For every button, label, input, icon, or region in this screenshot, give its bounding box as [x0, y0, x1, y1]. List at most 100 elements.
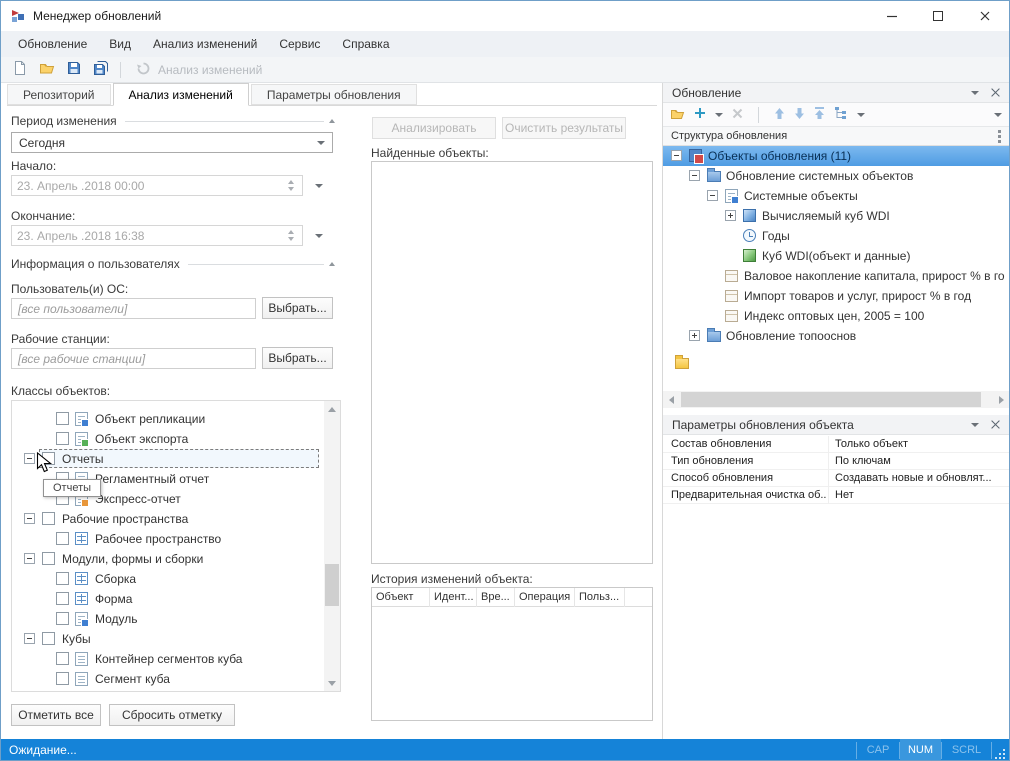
close-panel-icon[interactable]: [991, 88, 1000, 97]
move-down-icon[interactable]: [794, 107, 805, 123]
checkbox[interactable]: [56, 672, 69, 685]
property-row[interactable]: Предварительная очистка об... Нет: [663, 487, 1009, 504]
update-tree-item[interactable]: Валовое накопление капитала, прирост % в…: [663, 266, 1009, 286]
class-tree-item[interactable]: Контейнер сегментов куба: [12, 649, 323, 669]
add-dropdown-icon[interactable]: [715, 113, 723, 117]
stations-input[interactable]: [все рабочие станции]: [11, 348, 256, 369]
choose-os-users-button[interactable]: Выбрать...: [262, 297, 333, 319]
scroll-up-arrow-icon[interactable]: [324, 401, 340, 417]
class-tree-item-reports[interactable]: Отчеты: [12, 449, 323, 469]
tab-repository[interactable]: Репозиторий: [7, 84, 111, 105]
update-tree-item[interactable]: Импорт товаров и услуг, прирост % в год: [663, 286, 1009, 306]
update-tree-item[interactable]: Вычисляемый куб WDI: [663, 206, 1009, 226]
close-panel-icon[interactable]: [991, 420, 1000, 429]
property-value[interactable]: Создавать новые и обновлят...: [835, 470, 1005, 486]
checkbox[interactable]: [56, 652, 69, 665]
pin-icon[interactable]: [971, 91, 979, 95]
column-header-object[interactable]: Объект: [372, 588, 430, 607]
column-header-user[interactable]: Польз...: [575, 588, 625, 607]
update-tree-item[interactable]: Индекс оптовых цен, 2005 = 100: [663, 306, 1009, 326]
update-tree-item-selected[interactable]: Объекты обновления (11): [663, 146, 1009, 166]
update-tree-item[interactable]: Куб WDI(объект и данные): [663, 246, 1009, 266]
class-tree-item[interactable]: Рабочее пространство: [12, 529, 323, 549]
close-button[interactable]: [961, 1, 1009, 31]
tree-horizontal-scrollbar[interactable]: [663, 391, 1010, 408]
checkbox[interactable]: [42, 512, 55, 525]
scroll-down-arrow-icon[interactable]: [324, 675, 340, 691]
end-date-dropdown-button[interactable]: [307, 225, 331, 246]
checkbox[interactable]: [56, 572, 69, 585]
update-tree-item[interactable]: Обновление системных объектов: [663, 166, 1009, 186]
checkbox[interactable]: [56, 412, 69, 425]
pin-icon[interactable]: [971, 423, 979, 427]
minimize-button[interactable]: [869, 1, 915, 31]
start-date-dropdown-button[interactable]: [307, 175, 331, 196]
class-tree-item[interactable]: Объект репликации: [12, 409, 323, 429]
collapse-expander-icon[interactable]: [24, 513, 35, 524]
open-button[interactable]: [33, 59, 60, 81]
collapse-expander-icon[interactable]: [689, 170, 700, 181]
tree-options-icon[interactable]: [834, 106, 848, 123]
class-tree-item[interactable]: Сегмент куба: [12, 669, 323, 689]
menu-item-service[interactable]: Сервис: [268, 32, 331, 56]
maximize-button[interactable]: [915, 1, 961, 31]
class-tree-vertical-scrollbar[interactable]: [324, 401, 340, 691]
update-tree-item[interactable]: Годы: [663, 226, 1009, 246]
menu-item-view[interactable]: Вид: [98, 32, 142, 56]
checkbox[interactable]: [56, 432, 69, 445]
scrollbar-thumb[interactable]: [681, 392, 981, 407]
property-row[interactable]: Способ обновления Создавать новые и обно…: [663, 470, 1009, 487]
property-row[interactable]: Состав обновления Только объект: [663, 436, 1009, 453]
menu-item-help[interactable]: Справка: [331, 32, 400, 56]
new-document-button[interactable]: [6, 59, 33, 81]
menu-item-change-analysis[interactable]: Анализ изменений: [142, 32, 268, 56]
class-tree-item[interactable]: Модуль: [12, 609, 323, 629]
class-tree-item[interactable]: Форма: [12, 589, 323, 609]
class-tree-item[interactable]: Модули, формы и сборки: [12, 549, 323, 569]
chevron-up-icon[interactable]: [329, 119, 335, 123]
os-users-input[interactable]: [все пользователи]: [11, 298, 256, 319]
choose-stations-button[interactable]: Выбрать...: [262, 347, 333, 369]
end-datetime-input[interactable]: 23. Апрель .2018 16:38: [11, 225, 303, 246]
period-preset-combobox[interactable]: Сегодня: [11, 132, 333, 153]
class-tree-item[interactable]: Сборка: [12, 569, 323, 589]
checkbox[interactable]: [56, 592, 69, 605]
add-object-icon[interactable]: [694, 107, 706, 122]
update-tree-item[interactable]: Обновление топооснов: [663, 326, 1009, 346]
expand-expander-icon[interactable]: [689, 330, 700, 341]
toolbar-overflow-icon[interactable]: [994, 113, 1002, 117]
property-value[interactable]: По ключам: [835, 453, 1005, 469]
class-tree-item[interactable]: Объект экспорта: [12, 429, 323, 449]
scroll-right-arrow-icon[interactable]: [993, 391, 1010, 408]
collapse-expander-icon[interactable]: [671, 150, 682, 161]
expand-expander-icon[interactable]: [725, 210, 736, 221]
save-button[interactable]: [60, 59, 87, 81]
column-header-time[interactable]: Вре...: [477, 588, 515, 607]
property-row[interactable]: Тип обновления По ключам: [663, 453, 1009, 470]
spinner-icon[interactable]: [285, 230, 297, 241]
clear-selection-button[interactable]: Сбросить отметку: [109, 704, 235, 726]
tab-update-parameters[interactable]: Параметры обновления: [251, 84, 417, 105]
move-up-icon[interactable]: [774, 107, 785, 123]
menu-item-update[interactable]: Обновление: [7, 32, 98, 56]
collapse-expander-icon[interactable]: [24, 553, 35, 564]
resize-grip[interactable]: [995, 749, 1005, 759]
class-tree-item[interactable]: Рабочие пространства: [12, 509, 323, 529]
delete-object-icon[interactable]: [732, 108, 743, 122]
spinner-icon[interactable]: [285, 180, 297, 191]
column-settings-icon[interactable]: [998, 135, 1001, 138]
found-objects-list[interactable]: [371, 161, 653, 564]
class-tree-item[interactable]: Кубы: [12, 629, 323, 649]
save-all-button[interactable]: [87, 59, 114, 81]
checkbox[interactable]: [42, 632, 55, 645]
move-top-icon[interactable]: [814, 107, 825, 123]
start-datetime-input[interactable]: 23. Апрель .2018 00:00: [11, 175, 303, 196]
collapse-expander-icon[interactable]: [24, 633, 35, 644]
tab-change-analysis[interactable]: Анализ изменений: [113, 83, 249, 106]
property-value[interactable]: Нет: [835, 487, 1005, 503]
column-header-operation[interactable]: Операция: [515, 588, 575, 607]
checkbox[interactable]: [42, 552, 55, 565]
select-all-button[interactable]: Отметить все: [11, 704, 101, 726]
scrollbar-thumb[interactable]: [325, 564, 339, 606]
scroll-left-arrow-icon[interactable]: [663, 391, 680, 408]
